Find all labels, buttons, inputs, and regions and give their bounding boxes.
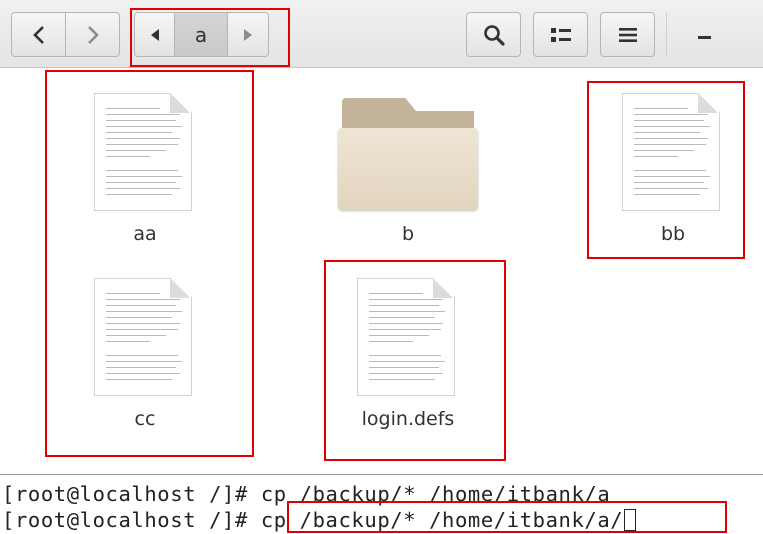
chevron-right-icon — [87, 25, 99, 44]
hamburger-menu-icon — [618, 27, 637, 42]
annotation-box-path-bar — [130, 8, 290, 67]
search-icon — [483, 24, 505, 46]
annotation-box-aa-cc — [45, 70, 254, 457]
file-item-b[interactable]: b — [308, 69, 508, 249]
annotation-box-bb — [587, 81, 745, 259]
history-nav-group — [11, 12, 120, 57]
annotation-box-login-defs — [324, 260, 506, 461]
annotation-box-command — [287, 501, 727, 533]
view-toggle-button[interactable] — [533, 12, 588, 57]
file-name-label: b — [401, 223, 415, 245]
minimize-icon[interactable] — [698, 36, 711, 39]
forward-button[interactable] — [65, 12, 120, 57]
list-view-icon — [550, 27, 571, 42]
menu-button[interactable] — [600, 12, 655, 57]
folder-icon — [338, 98, 478, 210]
header-separator — [666, 12, 667, 57]
back-button[interactable] — [11, 12, 66, 57]
chevron-left-icon — [32, 25, 44, 44]
header-bar: a — [0, 0, 763, 68]
search-button[interactable] — [466, 12, 521, 57]
